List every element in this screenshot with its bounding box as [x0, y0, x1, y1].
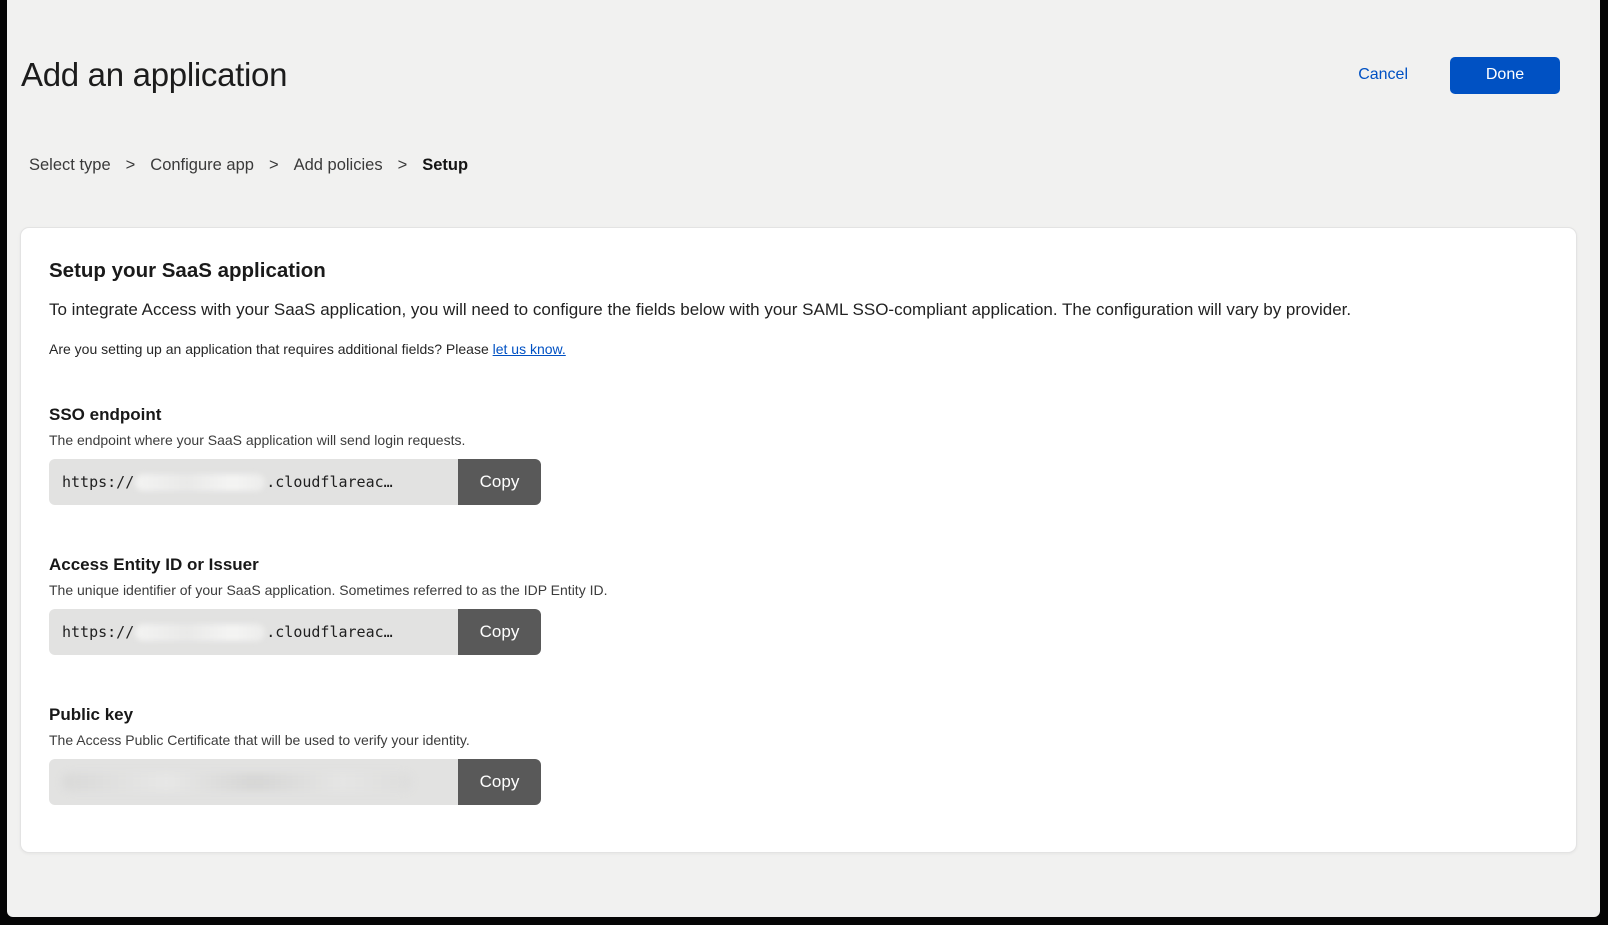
breadcrumb-item-select-type[interactable]: Select type — [29, 156, 111, 175]
breadcrumb: Select type > Configure app > Add polici… — [7, 156, 1600, 175]
copy-button-sso-endpoint[interactable]: Copy — [458, 459, 541, 505]
field-value-row: https:// .cloudflareac… Copy — [49, 609, 541, 655]
screenshot-frame: { "colors": { "accent_blue": "#0051c3", … — [0, 0, 1608, 925]
value-prefix: https:// — [62, 623, 134, 641]
entity-id-value: https:// .cloudflareac… — [49, 609, 458, 655]
card-intro-text: To integrate Access with your SaaS appli… — [49, 298, 1548, 322]
sso-endpoint-value: https:// .cloudflareac… — [49, 459, 458, 505]
breadcrumb-item-setup: Setup — [422, 156, 468, 175]
card-note: Are you setting up an application that r… — [49, 341, 1548, 357]
page: Add an application Cancel Done Select ty… — [7, 0, 1600, 917]
field-value-row: https:// .cloudflareac… Copy — [49, 459, 541, 505]
setup-card: Setup your SaaS application To integrate… — [20, 227, 1577, 853]
let-us-know-link[interactable]: let us know. — [493, 341, 566, 357]
field-label: Access Entity ID or Issuer — [49, 555, 1548, 575]
breadcrumb-item-configure-app[interactable]: Configure app — [150, 156, 254, 175]
field-label: SSO endpoint — [49, 405, 1548, 425]
field-section-entity-id: Access Entity ID or Issuer The unique id… — [49, 555, 1548, 655]
breadcrumb-separator: > — [398, 156, 408, 175]
breadcrumb-item-add-policies[interactable]: Add policies — [294, 156, 383, 175]
field-section-public-key: Public key The Access Public Certificate… — [49, 705, 1548, 805]
done-button[interactable]: Done — [1450, 57, 1560, 94]
breadcrumb-separator: > — [126, 156, 136, 175]
copy-button-entity-id[interactable]: Copy — [458, 609, 541, 655]
value-suffix: .cloudflareac… — [266, 473, 392, 491]
cancel-button[interactable]: Cancel — [1358, 66, 1408, 84]
field-description: The Access Public Certificate that will … — [49, 732, 1548, 748]
value-suffix: .cloudflareac… — [266, 623, 392, 641]
redacted-value-full — [62, 773, 412, 791]
field-section-sso-endpoint: SSO endpoint The endpoint where your Saa… — [49, 405, 1548, 505]
field-value-row: Copy — [49, 759, 541, 805]
page-header: Add an application Cancel Done — [7, 0, 1600, 94]
card-note-text: Are you setting up an application that r… — [49, 341, 493, 357]
field-description: The endpoint where your SaaS application… — [49, 432, 1548, 448]
field-label: Public key — [49, 705, 1548, 725]
redacted-value-segment — [135, 624, 265, 641]
header-actions: Cancel Done — [1358, 57, 1560, 94]
value-prefix: https:// — [62, 473, 134, 491]
field-description: The unique identifier of your SaaS appli… — [49, 582, 1548, 598]
public-key-value — [49, 759, 458, 805]
copy-button-public-key[interactable]: Copy — [458, 759, 541, 805]
breadcrumb-separator: > — [269, 156, 279, 175]
page-title: Add an application — [21, 56, 287, 94]
card-heading: Setup your SaaS application — [49, 259, 1548, 283]
redacted-value-segment — [135, 474, 265, 491]
